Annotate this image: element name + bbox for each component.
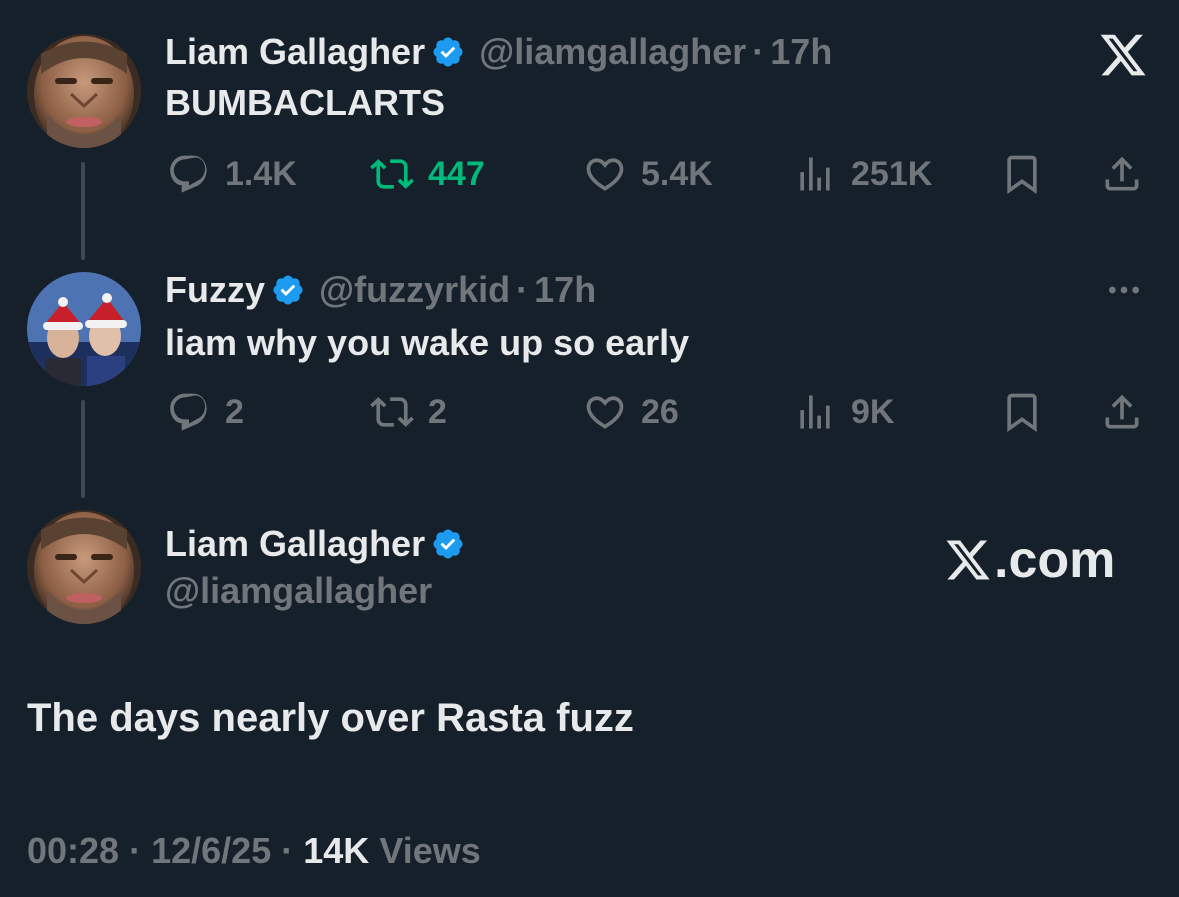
retweet-icon [370, 397, 414, 427]
author-handle[interactable]: @liamgallagher [479, 31, 746, 73]
like-icon [586, 158, 624, 191]
author-handle[interactable]: @liamgallagher [165, 570, 432, 612]
tweet-time[interactable]: 17h [770, 31, 832, 73]
retweet-icon [370, 159, 414, 189]
share-button[interactable] [1100, 390, 1144, 439]
time-separator: · [752, 31, 765, 72]
tweet-time[interactable]: 17h [534, 269, 596, 311]
tweet-time[interactable]: 00:28 [27, 830, 119, 871]
thread-line [81, 400, 85, 498]
author-name[interactable]: Liam Gallagher [165, 523, 425, 565]
author-name[interactable]: Fuzzy [165, 269, 265, 311]
views-button[interactable]: 251K [793, 152, 932, 196]
x-logo-icon [946, 540, 990, 580]
like-count: 26 [641, 392, 679, 431]
tweet1-header: Liam Gallagher @liamgallagher · 17h [165, 30, 832, 74]
bookmark-icon [1007, 393, 1037, 433]
retweet-count: 447 [428, 154, 485, 193]
x-logo-icon [1098, 30, 1148, 80]
reply-icon [170, 155, 207, 193]
main-tweet-text: The days nearly over Rasta fuzz [27, 696, 634, 740]
views-button[interactable]: 9K [793, 390, 894, 434]
tweet-text: liam why you wake up so early [165, 322, 690, 363]
reply-count: 2 [225, 392, 244, 431]
main-tweet-header: Liam Gallagher [165, 522, 465, 566]
author-handle[interactable]: @fuzzyrkid [319, 269, 510, 311]
bookmark-button[interactable] [1000, 390, 1044, 439]
avatar-liam-1[interactable] [27, 34, 141, 148]
verified-icon [433, 37, 463, 67]
avatar-fuzzy[interactable] [27, 272, 141, 386]
retweet-count: 2 [428, 392, 447, 431]
author-name[interactable]: Liam Gallagher [165, 31, 425, 73]
separator: · [281, 830, 294, 871]
views-count: 14K [303, 830, 370, 871]
like-count: 5.4K [641, 154, 713, 193]
reply-button[interactable]: 1.4K [167, 152, 297, 196]
site-label: .com [994, 531, 1116, 589]
like-button[interactable]: 5.4K [583, 152, 713, 196]
views-label: Views [379, 830, 481, 871]
tweet-text: BUMBACLARTS [165, 82, 445, 123]
share-icon [1105, 156, 1139, 191]
avatar-liam-2[interactable] [27, 510, 141, 624]
views-icon [800, 395, 830, 429]
tweet-meta: 00:28 · 12/6/25 · 14K Views [27, 830, 481, 872]
verified-icon [273, 275, 303, 305]
reply-count: 1.4K [225, 154, 297, 193]
retweet-button[interactable]: 2 [370, 390, 447, 434]
x-com-brand: .com [944, 530, 1115, 590]
separator: · [129, 830, 142, 871]
share-icon [1105, 394, 1139, 429]
tweet2-header: Fuzzy @fuzzyrkid · 17h [165, 268, 596, 312]
reply-icon [170, 393, 207, 431]
views-icon [800, 157, 830, 191]
bookmark-icon [1007, 155, 1037, 195]
more-icon [1109, 286, 1139, 294]
view-count: 251K [851, 154, 933, 193]
like-icon [586, 396, 624, 429]
share-button[interactable] [1100, 152, 1144, 201]
retweet-button[interactable]: 447 [370, 152, 485, 196]
reply-button[interactable]: 2 [167, 390, 244, 434]
thread-line [81, 162, 85, 260]
tweet-date[interactable]: 12/6/25 [151, 830, 271, 871]
time-separator: · [516, 269, 529, 310]
bookmark-button[interactable] [1000, 152, 1044, 201]
verified-icon [433, 529, 463, 559]
view-count: 9K [851, 392, 895, 431]
more-button[interactable] [1102, 270, 1146, 315]
like-button[interactable]: 26 [583, 390, 679, 434]
